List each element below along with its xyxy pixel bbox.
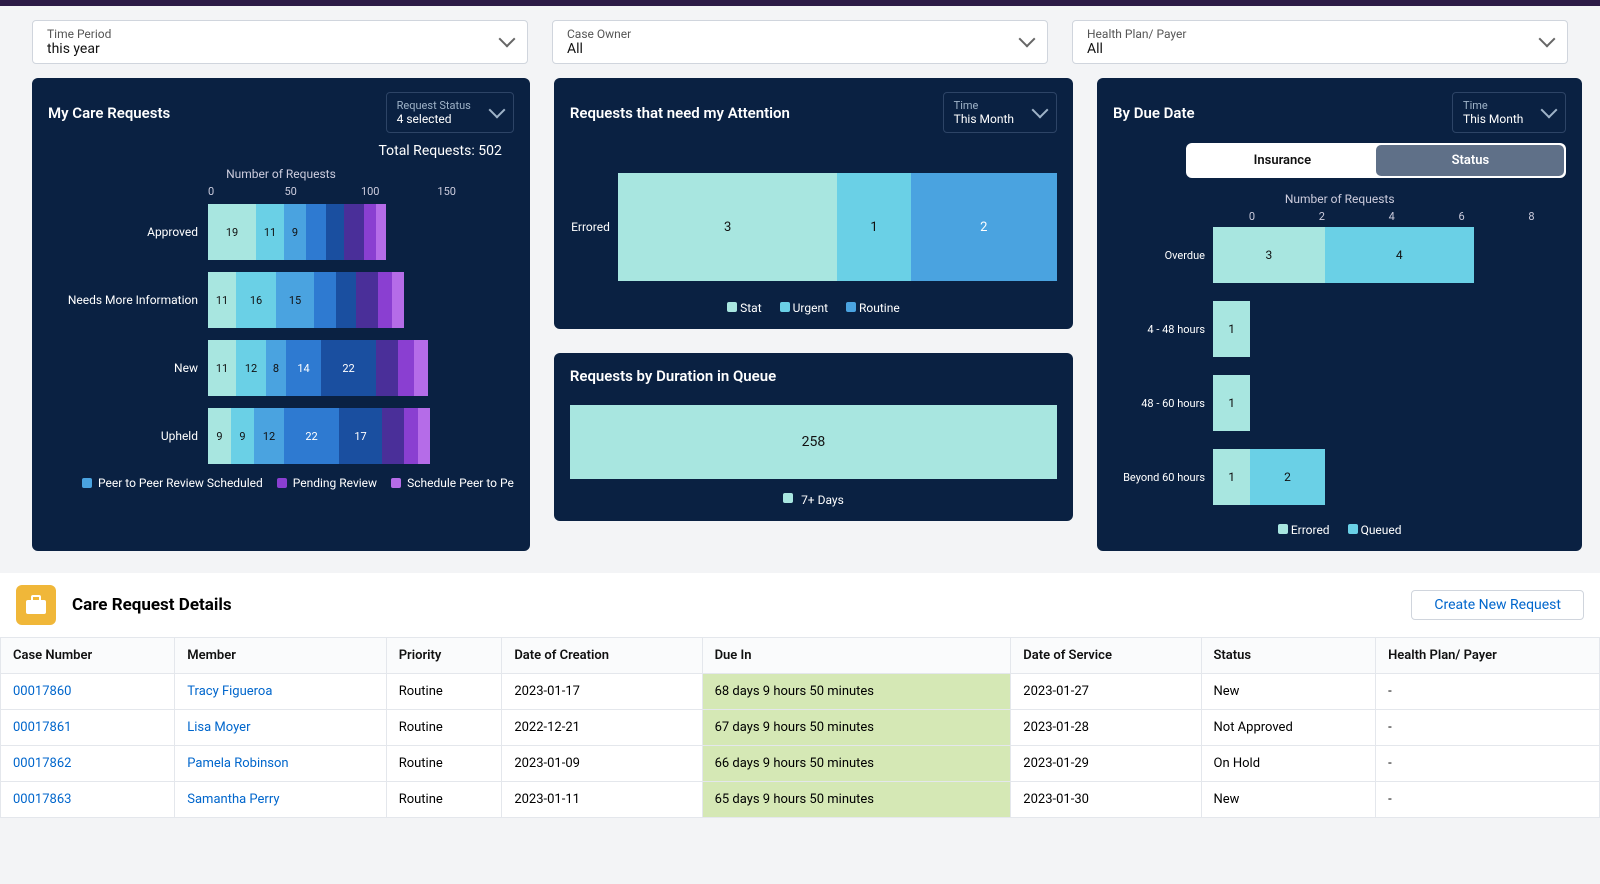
column-header[interactable]: Status [1201,638,1376,674]
select-time[interactable]: Time This Month [1452,92,1566,133]
filter-health-plan[interactable]: Health Plan/ Payer All [1072,20,1568,64]
status-cell: Not Approved [1201,710,1376,746]
chevron-down-icon [499,31,516,48]
health-plan-cell: - [1376,710,1600,746]
health-plan-cell: - [1376,782,1600,818]
member-link[interactable]: Tracy Figueroa [175,674,386,710]
filter-time-period[interactable]: Time Period this year [32,20,528,64]
due-in-cell: 66 days 9 hours 50 minutes [702,746,1011,782]
date-creation-cell: 2023-01-17 [502,674,702,710]
date-creation-cell: 2023-01-09 [502,746,702,782]
legend: Errored Queued [1113,523,1566,537]
details-title: Care Request Details [72,595,232,615]
date-service-cell: 2023-01-30 [1011,782,1201,818]
filter-label: Time Period [47,27,111,41]
column-header[interactable]: Health Plan/ Payer [1376,638,1600,674]
priority-cell: Routine [386,746,502,782]
card-attention: Requests that need my Attention Time Thi… [554,78,1073,329]
tab-status[interactable]: Status [1376,145,1564,176]
select-time[interactable]: Time This Month [943,92,1057,133]
card-title: Requests that need my Attention [570,104,790,122]
axis-title: Number of Requests [48,167,514,181]
card-title: Requests by Duration in Queue [570,367,1057,385]
create-new-request-button[interactable]: Create New Request [1411,590,1584,620]
row-label: Errored [570,220,618,234]
card-title: By Due Date [1113,104,1195,122]
card-due-date: By Due Date Time This Month Insurance St… [1097,78,1582,551]
date-creation-cell: 2023-01-11 [502,782,702,818]
due-in-cell: 65 days 9 hours 50 minutes [702,782,1011,818]
chevron-down-icon [1541,101,1558,118]
attention-bar: 3 1 2 [618,173,1057,281]
card-title: My Care Requests [48,104,170,122]
date-creation-cell: 2022-12-21 [502,710,702,746]
case-number-link[interactable]: 00017863 [1,782,175,818]
chart-row: Needs More Information111615 [48,272,514,328]
card-my-care-requests: My Care Requests Request Status 4 select… [32,78,530,551]
member-link[interactable]: Samantha Perry [175,782,386,818]
member-link[interactable]: Lisa Moyer [175,710,386,746]
status-cell: On Hold [1201,746,1376,782]
toggle-insurance-status[interactable]: Insurance Status [1186,143,1566,178]
case-number-link[interactable]: 00017862 [1,746,175,782]
date-service-cell: 2023-01-27 [1011,674,1201,710]
table-row: 00017862Pamela RobinsonRoutine2023-01-09… [1,746,1600,782]
chevron-down-icon [1019,31,1036,48]
column-header[interactable]: Date of Creation [502,638,702,674]
details-table: Case NumberMemberPriorityDate of Creatio… [0,637,1600,818]
filter-value: All [567,41,631,57]
column-header[interactable]: Due In [702,638,1011,674]
case-number-link[interactable]: 00017861 [1,710,175,746]
due-in-cell: 67 days 9 hours 50 minutes [702,710,1011,746]
filter-case-owner[interactable]: Case Owner All [552,20,1048,64]
chart-row: New111281422 [48,340,514,396]
axis-values: 0 2 4 6 8 [1113,210,1566,223]
column-header[interactable]: Member [175,638,386,674]
table-row: 00017863Samantha PerryRoutine2023-01-116… [1,782,1600,818]
axis-title: Number of Requests [1113,192,1566,206]
filter-value: All [1087,41,1186,57]
card-duration: Requests by Duration in Queue 258 7+ Day… [554,353,1073,521]
status-cell: New [1201,782,1376,818]
health-plan-cell: - [1376,746,1600,782]
chevron-down-icon [488,101,505,118]
date-service-cell: 2023-01-29 [1011,746,1201,782]
priority-cell: Routine [386,782,502,818]
column-header[interactable]: Priority [386,638,502,674]
total-requests: Total Requests: 502 [48,143,514,159]
axis-values: 0 50 100 150 [48,185,514,198]
chevron-down-icon [1539,31,1556,48]
duration-bar: 258 [570,405,1057,479]
chart-row: 48 - 60 hours1 [1113,375,1566,431]
legend: Peer to Peer Review Scheduled Pending Re… [48,476,514,490]
chevron-down-icon [1032,101,1049,118]
chart-row: Overdue34 [1113,227,1566,283]
member-link[interactable]: Pamela Robinson [175,746,386,782]
tab-insurance[interactable]: Insurance [1188,145,1376,176]
status-cell: New [1201,674,1376,710]
chart-row: Approved19119 [48,204,514,260]
filter-value: this year [47,41,111,57]
select-request-status[interactable]: Request Status 4 selected [386,92,514,133]
legend: Stat Urgent Routine [570,301,1057,315]
table-row: 00017861Lisa MoyerRoutine2022-12-2167 da… [1,710,1600,746]
priority-cell: Routine [386,674,502,710]
case-number-link[interactable]: 00017860 [1,674,175,710]
briefcase-icon [16,585,56,625]
legend: 7+ Days [570,493,1057,507]
chart-row: 4 - 48 hours1 [1113,301,1566,357]
chart-row: Beyond 60 hours12 [1113,449,1566,505]
priority-cell: Routine [386,710,502,746]
care-request-details: Care Request Details Create New Request … [0,573,1600,818]
filter-label: Case Owner [567,27,631,41]
column-header[interactable]: Case Number [1,638,175,674]
table-row: 00017860Tracy FigueroaRoutine2023-01-176… [1,674,1600,710]
date-service-cell: 2023-01-28 [1011,710,1201,746]
filter-label: Health Plan/ Payer [1087,27,1186,41]
chart-row: Upheld99122217 [48,408,514,464]
health-plan-cell: - [1376,674,1600,710]
column-header[interactable]: Date of Service [1011,638,1201,674]
due-in-cell: 68 days 9 hours 50 minutes [702,674,1011,710]
